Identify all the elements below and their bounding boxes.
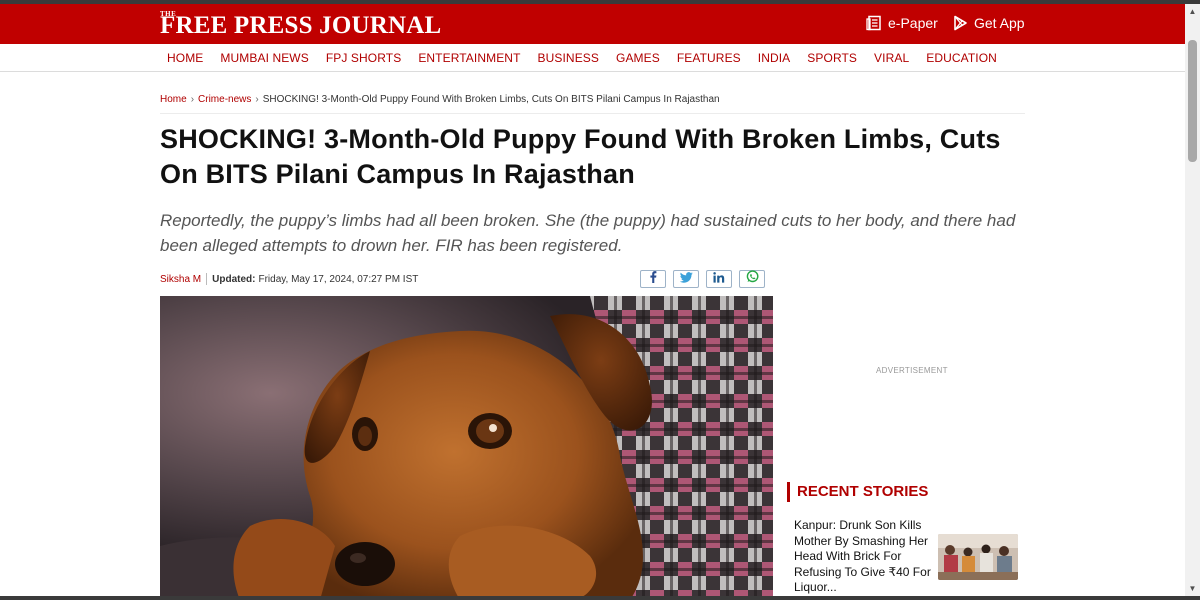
nav-item-home[interactable]: HOME (167, 51, 203, 65)
nav-item-business[interactable]: BUSINESS (538, 51, 600, 65)
updated-timestamp: Friday, May 17, 2024, 07:27 PM IST (258, 273, 419, 285)
whatsapp-icon (746, 270, 759, 288)
article-hero-image (160, 296, 773, 596)
newspaper-icon (866, 15, 882, 31)
get-app-link[interactable]: Get App (953, 15, 1025, 31)
article-summary: Reportedly, the puppy’s limbs had all be… (160, 211, 1016, 255)
epaper-link[interactable]: e-Paper (866, 15, 938, 31)
nav-item-features[interactable]: FEATURES (677, 51, 741, 65)
byline-divider (206, 273, 208, 285)
nav-item-entertainment[interactable]: ENTERTAINMENT (418, 51, 520, 65)
scroll-down-icon[interactable]: ▼ (1185, 581, 1200, 596)
browser-viewport: THE FREE PRESS JOURNAL e-Paper Get App H… (0, 4, 1185, 596)
nav-list: HOME MUMBAI NEWS FPJ SHORTS ENTERTAINMENT BU… (167, 51, 1014, 65)
nav-item-india[interactable]: INDIA (758, 51, 791, 65)
play-store-icon (953, 15, 968, 31)
nav-item-mumbai-news[interactable]: MUMBAI NEWS (220, 51, 308, 65)
nav-item-sports[interactable]: SPORTS (807, 51, 857, 65)
recent-story-thumbnail[interactable] (938, 534, 1018, 580)
breadcrumb-section[interactable]: Crime-news (198, 94, 251, 105)
share-facebook-button[interactable] (640, 270, 666, 288)
advertisement-label: ADVERTISEMENT (876, 366, 948, 375)
site-logo[interactable]: THE FREE PRESS JOURNAL (160, 8, 441, 40)
page-scrollbar[interactable]: ▲ ▼ (1185, 4, 1200, 596)
site-header: THE FREE PRESS JOURNAL e-Paper Get App (0, 4, 1185, 44)
main-nav: HOME MUMBAI NEWS FPJ SHORTS ENTERTAINMENT BU… (0, 44, 1185, 72)
breadcrumb-home[interactable]: Home (160, 94, 187, 105)
recent-story-item[interactable]: Kanpur: Drunk Son Kills Mother By Smashi… (794, 516, 1030, 596)
share-whatsapp-button[interactable] (739, 270, 765, 288)
breadcrumb: Home › Crime-news › SHOCKING! 3-Month-Ol… (160, 94, 720, 105)
recent-story-title[interactable]: Kanpur: Drunk Son Kills Mother By Smashi… (794, 518, 934, 596)
breadcrumb-current: SHOCKING! 3-Month-Old Puppy Found With B… (262, 94, 720, 105)
share-twitter-button[interactable] (673, 270, 699, 288)
breadcrumb-separator: › (190, 94, 195, 105)
linkedin-icon (713, 270, 725, 288)
nav-item-viral[interactable]: VIRAL (874, 51, 909, 65)
scrollbar-thumb[interactable] (1188, 40, 1197, 162)
breadcrumb-divider (160, 113, 1025, 114)
recent-stories-heading: RECENT STORIES (787, 482, 928, 502)
updated-label: Updated: (212, 273, 256, 285)
author-link[interactable]: Siksha M (160, 274, 201, 285)
epaper-label: e-Paper (888, 15, 938, 31)
article-byline: Siksha M Updated: Friday, May 17, 2024, … (160, 273, 418, 285)
nav-item-games[interactable]: GAMES (616, 51, 660, 65)
article-headline: SHOCKING! 3-Month-Old Puppy Found With B… (160, 124, 1001, 189)
scroll-up-icon[interactable]: ▲ (1185, 4, 1200, 19)
twitter-icon (679, 270, 693, 288)
logo-name: FREE PRESS JOURNAL (160, 12, 442, 39)
nav-item-fpj-shorts[interactable]: FPJ SHORTS (326, 51, 401, 65)
share-linkedin-button[interactable] (706, 270, 732, 288)
facebook-icon (648, 270, 658, 288)
get-app-label: Get App (974, 15, 1025, 31)
nav-item-education[interactable]: EDUCATION (926, 51, 997, 65)
breadcrumb-separator: › (255, 94, 259, 105)
